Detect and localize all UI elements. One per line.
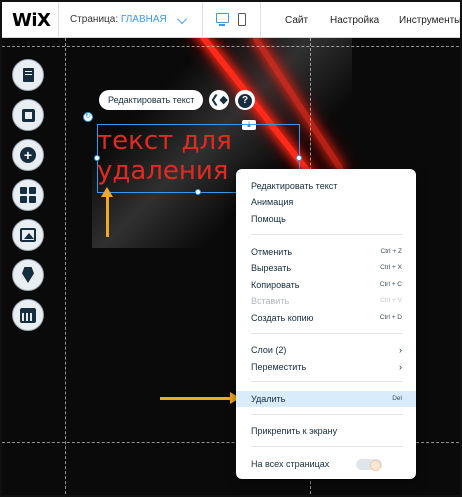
- menu-item-animation[interactable]: Анимация: [236, 194, 416, 210]
- edit-text-button[interactable]: Редактировать текст: [99, 90, 204, 110]
- menu-settings[interactable]: Настройка: [330, 15, 379, 26]
- header-guide: [2, 46, 460, 47]
- menu-item-layers[interactable]: Слои (2) ›: [236, 342, 416, 358]
- shortcut: Del: [392, 395, 402, 402]
- apps-button[interactable]: [12, 179, 44, 211]
- menu-site[interactable]: Сайт: [285, 15, 308, 26]
- add-icon: +: [20, 147, 36, 163]
- add-button[interactable]: +: [12, 139, 44, 171]
- shortcut: Ctrl + X: [380, 264, 402, 271]
- menu-item-show-on-all-pages[interactable]: На всех страницах: [236, 456, 416, 472]
- help-button[interactable]: ?: [235, 90, 255, 110]
- menu-item-move[interactable]: Переместить ›: [236, 359, 416, 375]
- context-menu: Редактировать текст Анимация Помощь Отме…: [236, 169, 416, 479]
- divider: [58, 2, 59, 38]
- menu-item-delete[interactable]: Удалить Del: [236, 391, 416, 407]
- menu-divider: [251, 234, 403, 235]
- wix-logo: WiX: [12, 10, 51, 31]
- menu-tools[interactable]: Инструменты: [399, 15, 460, 26]
- blog-button[interactable]: [12, 259, 44, 291]
- menu-item-duplicate[interactable]: Создать копию Ctrl + D: [236, 310, 416, 326]
- page-selector[interactable]: Страница: ГЛАВНАЯ: [70, 14, 167, 25]
- media-icon: [20, 228, 36, 242]
- toggle-switch[interactable]: [356, 459, 382, 471]
- menu-item-help[interactable]: Помощь: [236, 211, 416, 227]
- apps-icon: [20, 187, 36, 203]
- background-icon: [21, 108, 35, 122]
- annotation-arrow-right: [160, 392, 240, 404]
- menu-item-pin-to-screen[interactable]: Прикрепить к экрану: [236, 423, 416, 439]
- chevron-right-icon: ›: [399, 362, 402, 372]
- menu-item-paste: Вставить Ctrl + V: [236, 293, 416, 309]
- divider: [260, 2, 261, 38]
- annotation-arrow-up: [101, 187, 113, 237]
- resize-handle-right[interactable]: [296, 155, 302, 161]
- menu-item-cut[interactable]: Вырезать Ctrl + X: [236, 260, 416, 276]
- menu-divider: [251, 414, 403, 415]
- shortcut: Ctrl + D: [379, 314, 402, 321]
- menu-item-edit-text[interactable]: Редактировать текст: [236, 178, 416, 194]
- menu-divider: [251, 446, 403, 447]
- divider: [202, 2, 203, 38]
- menu-divider: [251, 381, 403, 382]
- chevron-down-icon[interactable]: [176, 13, 188, 25]
- page-selector-value: ГЛАВНАЯ: [120, 14, 167, 25]
- editor-window: WiX Страница: ГЛАВНАЯ Сайт Настройка Инс…: [0, 0, 462, 497]
- resize-handle-left[interactable]: [94, 155, 100, 161]
- background-button[interactable]: [12, 99, 44, 131]
- editor-canvas[interactable]: + Редактировать текст ❮◆ ? ↻ ⤓ текст для…: [2, 38, 460, 495]
- top-bar: WiX Страница: ГЛАВНАЯ Сайт Настройка Инс…: [2, 2, 460, 38]
- mobile-view-icon[interactable]: [238, 13, 246, 26]
- media-button[interactable]: [12, 219, 44, 251]
- menu-item-copy[interactable]: Копировать Ctrl + C: [236, 277, 416, 293]
- grid-guide-left: [65, 38, 66, 495]
- desktop-view-icon[interactable]: [216, 13, 229, 26]
- animation-button[interactable]: ❮◆: [209, 90, 229, 110]
- menu-divider: [251, 333, 403, 334]
- shortcut: Ctrl + C: [379, 281, 402, 288]
- shortcut: Ctrl + Z: [380, 248, 403, 255]
- rotate-handle-icon[interactable]: ↻: [83, 112, 93, 122]
- menu-item-undo[interactable]: Отменить Ctrl + Z: [236, 244, 416, 260]
- chevron-right-icon: ›: [399, 345, 402, 355]
- text-line-1: текст для: [97, 126, 232, 156]
- bookings-button[interactable]: [12, 299, 44, 331]
- shortcut: Ctrl + V: [380, 297, 402, 304]
- pages-icon: [22, 68, 34, 82]
- help-icon: ?: [238, 94, 252, 108]
- page-selector-label: Страница:: [70, 14, 119, 25]
- blog-pen-icon: [22, 267, 34, 283]
- calendar-icon: [20, 307, 36, 323]
- resize-handle-bottom[interactable]: [195, 189, 201, 195]
- pages-button[interactable]: [12, 59, 44, 91]
